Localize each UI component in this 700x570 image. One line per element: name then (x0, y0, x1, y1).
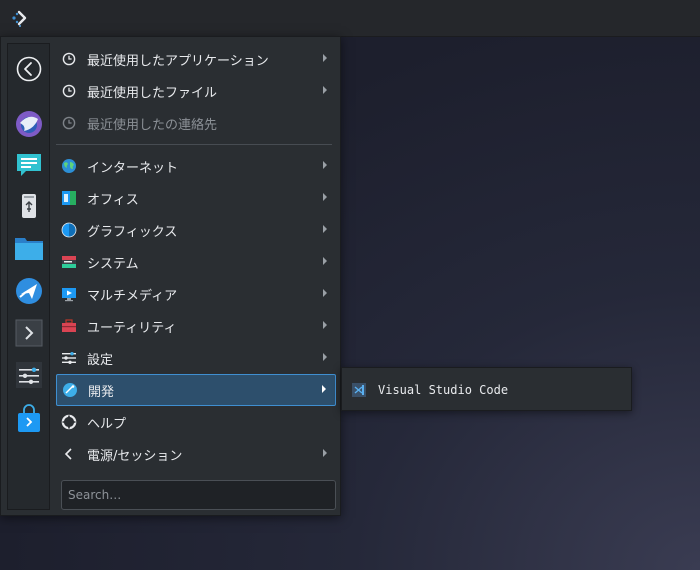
search-input[interactable] (61, 480, 336, 510)
category-development[interactable]: 開発 (56, 374, 336, 406)
category-label: オフィス (87, 192, 139, 208)
application-menu: 最近使用したアプリケーション 最近使用したファイル 最近使用したの連絡先 インタ… (0, 36, 341, 516)
favorites-bar (7, 43, 50, 510)
office-icon (61, 190, 77, 206)
category-internet[interactable]: インターネット (56, 151, 336, 181)
category-label: システム (87, 256, 139, 272)
category-help[interactable]: ヘルプ (56, 407, 336, 437)
app-launcher-icon[interactable] (8, 6, 32, 30)
category-recent-files[interactable]: 最近使用したファイル (56, 76, 336, 106)
category-settings[interactable]: 設定 (56, 343, 336, 373)
back-circle-icon[interactable] (14, 54, 44, 84)
chat-icon[interactable] (14, 150, 44, 180)
category-label: インターネット (87, 160, 179, 176)
development-submenu: Visual Studio Code (341, 367, 632, 411)
category-label: 最近使用したファイル (87, 85, 218, 101)
toolbox-icon (61, 318, 77, 334)
multimedia-icon (61, 286, 77, 302)
submenu-item-label: Visual Studio Code (378, 383, 509, 397)
chevron-right-icon (323, 289, 327, 297)
category-label: 開発 (88, 384, 115, 400)
plane-app-icon[interactable] (14, 276, 44, 306)
store-bag-icon[interactable] (14, 404, 44, 434)
chevron-right-icon (323, 257, 327, 265)
category-power-session[interactable]: 電源/セッション (56, 439, 336, 469)
separator (56, 144, 332, 145)
category-recent-contacts: 最近使用したの連絡先 (56, 108, 336, 138)
chevron-left-icon (61, 446, 77, 462)
vscode-icon (352, 383, 366, 397)
chevron-right-icon (323, 353, 327, 361)
category-recent-applications[interactable]: 最近使用したアプリケーション (56, 44, 336, 74)
chevron-right-icon (323, 161, 327, 169)
category-multimedia[interactable]: マルチメディア (56, 279, 336, 309)
chevron-right-icon (323, 225, 327, 233)
category-label: ヘルプ (87, 416, 127, 432)
chevron-right-icon (323, 54, 327, 62)
clock-icon (61, 51, 77, 67)
category-label: 最近使用したの連絡先 (87, 117, 218, 133)
category-office[interactable]: オフィス (56, 183, 336, 213)
usb-device-icon[interactable] (14, 191, 44, 221)
top-panel (0, 0, 700, 37)
category-label: 電源/セッション (87, 448, 183, 464)
clock-icon (61, 115, 77, 131)
category-graphics[interactable]: グラフィックス (56, 215, 336, 245)
submenu-item-vscode[interactable]: Visual Studio Code (348, 375, 625, 405)
terminal-icon[interactable] (14, 318, 44, 348)
category-label: ユーティリティ (87, 320, 177, 336)
chevron-right-icon (322, 385, 326, 393)
category-label: 最近使用したアプリケーション (87, 53, 269, 69)
clock-icon (61, 83, 77, 99)
chevron-right-icon (323, 321, 327, 329)
category-label: 設定 (87, 352, 114, 368)
chevron-right-icon (323, 193, 327, 201)
system-icon (61, 254, 77, 270)
category-label: グラフィックス (87, 224, 178, 240)
folder-icon[interactable] (14, 233, 44, 263)
help-lifebuoy-icon (61, 414, 77, 430)
thunderbird-mail-icon[interactable] (14, 109, 44, 139)
category-label: マルチメディア (87, 288, 178, 304)
category-utilities[interactable]: ユーティリティ (56, 311, 336, 341)
settings-sliders-icon[interactable] (14, 360, 44, 390)
settings-sliders-icon (61, 350, 77, 366)
graphics-icon (61, 222, 77, 238)
development-icon (62, 382, 78, 398)
chevron-right-icon (323, 449, 327, 457)
category-system[interactable]: システム (56, 247, 336, 277)
chevron-right-icon (323, 86, 327, 94)
globe-icon (61, 158, 77, 174)
